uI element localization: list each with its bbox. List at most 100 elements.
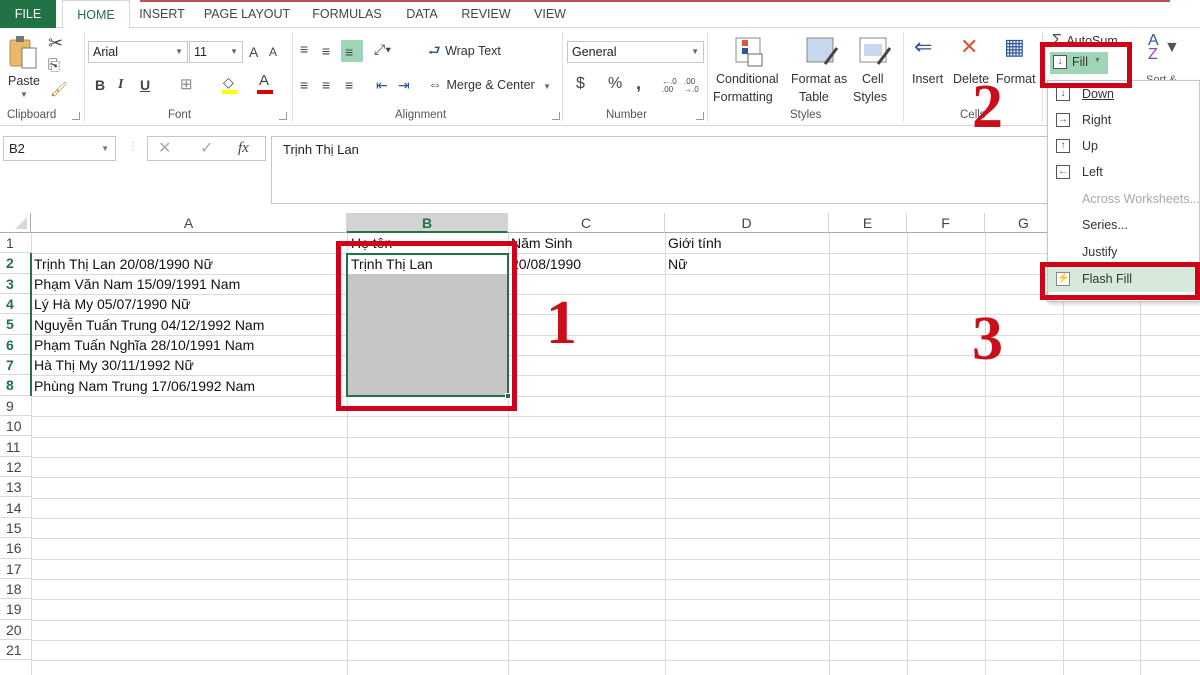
formula-bar-grip[interactable]: ⋮ (128, 141, 138, 152)
row-header-16[interactable]: 16 (0, 538, 31, 559)
align-left-icon[interactable]: ≡ (300, 78, 308, 92)
decrease-indent-icon[interactable]: ⇤ (376, 78, 388, 92)
enter-icon[interactable]: ✓ (200, 141, 213, 157)
align-middle-icon[interactable]: ≡ (322, 44, 330, 58)
paste-button[interactable]: Paste ▼ (4, 32, 40, 102)
align-top-icon[interactable]: ≡ (300, 42, 308, 56)
borders-icon[interactable]: ⊞ (180, 77, 193, 92)
row-header-19[interactable]: 19 (0, 599, 31, 620)
shrink-font-icon[interactable]: A (269, 46, 277, 58)
align-right-icon[interactable]: ≡ (345, 78, 353, 92)
orientation-icon[interactable]: ⤢▾ (374, 42, 391, 56)
column-header-b[interactable]: B (347, 213, 508, 233)
cell-d1[interactable]: Giới tính (665, 233, 722, 253)
row-header-12[interactable]: 12 (0, 457, 31, 478)
row-header-15[interactable]: 15 (0, 518, 31, 539)
grow-font-icon[interactable]: A (249, 45, 258, 59)
merge-center-icon: ⇔ (428, 76, 442, 92)
menu-item-fill-right[interactable]: → Right (1048, 107, 1200, 133)
row-header-5[interactable]: 5 (0, 314, 31, 335)
increase-indent-icon[interactable]: ⇥ (398, 78, 410, 92)
align-bottom-button[interactable]: ≡ (341, 40, 363, 62)
currency-button[interactable]: $ (576, 76, 585, 92)
row-header-6[interactable]: 6 (0, 335, 31, 356)
number-format-select[interactable]: General ▼ (567, 41, 704, 63)
worksheet-grid[interactable]: A B C D E F G 1 2 3 4 5 6 7 8 9 10 11 12 13 14 15 16 17 1… (0, 213, 1200, 675)
cell-a5[interactable]: Nguyễn Tuấn Trung 04/12/1992 Nam (31, 315, 264, 335)
tab-data[interactable]: DATA (398, 0, 446, 28)
column-header-c[interactable]: C (508, 213, 665, 233)
align-center-icon[interactable]: ≡ (322, 78, 330, 92)
paste-dropdown-arrow[interactable]: ▼ (20, 90, 28, 99)
tab-view[interactable]: VIEW (526, 0, 574, 28)
select-all-button[interactable] (0, 213, 31, 233)
row-header-3[interactable]: 3 (0, 274, 31, 294)
number-launcher-icon[interactable] (696, 112, 704, 120)
font-size-select[interactable]: 11 ▼ (189, 41, 243, 63)
underline-button[interactable]: U (140, 78, 150, 92)
menu-item-fill-left[interactable]: ← Left (1048, 159, 1200, 185)
tab-home[interactable]: HOME (62, 0, 130, 29)
copy-icon[interactable]: ⎘ (48, 58, 60, 73)
cell-c2[interactable]: 20/08/1990 (508, 254, 581, 274)
row-header-14[interactable]: 14 (0, 498, 31, 518)
fill-color-button[interactable]: ◇ (221, 75, 241, 95)
conditional-formatting-button[interactable]: Conditional Formatting (712, 34, 786, 106)
font-launcher-icon[interactable] (279, 112, 287, 120)
row-header-7[interactable]: 7 (0, 355, 31, 376)
font-color-button[interactable]: A (256, 73, 276, 95)
row-header-20[interactable]: 20 (0, 620, 31, 640)
alignment-launcher-icon[interactable] (552, 112, 560, 120)
row-header-21[interactable]: 21 (0, 640, 31, 661)
row-header-18[interactable]: 18 (0, 579, 31, 600)
row-header-17[interactable]: 17 (0, 559, 31, 579)
column-header-d[interactable]: D (665, 213, 829, 233)
sort-filter-button[interactable]: AZ ▼ Sort & (1146, 33, 1188, 86)
insert-cells-button[interactable]: ⇐ Insert (908, 34, 948, 106)
cell-a4[interactable]: Lý Hà My 05/07/1990 Nữ (31, 294, 190, 314)
row-header-4[interactable]: 4 (0, 294, 31, 315)
row-header-11[interactable]: 11 (0, 437, 31, 457)
cell-styles-button[interactable]: Cell Styles (852, 34, 900, 106)
row-header-10[interactable]: 10 (0, 416, 31, 437)
row-header-8[interactable]: 8 (0, 375, 31, 396)
column-header-f[interactable]: F (907, 213, 985, 233)
percent-button[interactable]: % (608, 76, 622, 92)
font-name-select[interactable]: Arial ▼ (88, 41, 188, 63)
tab-formulas[interactable]: FORMULAS (306, 0, 388, 28)
cut-icon[interactable]: ✂ (48, 34, 63, 52)
cell-d2[interactable]: Nữ (665, 254, 687, 274)
row-header-13[interactable]: 13 (0, 477, 31, 498)
row-header-9[interactable]: 9 (0, 396, 31, 417)
tab-review[interactable]: REVIEW (456, 0, 516, 28)
format-as-table-button[interactable]: Format as Table (789, 34, 851, 106)
italic-button[interactable]: I (118, 78, 123, 92)
tab-file[interactable]: FILE (0, 0, 56, 28)
decrease-decimal-icon[interactable]: .00 →.0 (684, 78, 702, 94)
menu-item-series[interactable]: Series... (1048, 212, 1200, 238)
column-header-e[interactable]: E (829, 213, 907, 233)
cancel-icon[interactable]: ✕ (158, 141, 171, 157)
row-header-1[interactable]: 1 (0, 233, 31, 254)
cell-a6[interactable]: Phạm Tuấn Nghĩa 28/10/1991 Nam (31, 335, 254, 355)
clipboard-launcher-icon[interactable] (72, 112, 80, 120)
increase-decimal-icon[interactable]: ←.0 .00 (662, 78, 680, 94)
row-header-2[interactable]: 2 (0, 253, 31, 274)
cell-a7[interactable]: Hà Thị My 30/11/1992 Nữ (31, 355, 194, 375)
format-painter-icon[interactable]: 🖌 (50, 82, 68, 96)
column-header-a[interactable]: A (31, 213, 347, 233)
insert-function-icon[interactable]: fx (238, 141, 249, 156)
formula-input[interactable]: Trịnh Thị Lan (271, 136, 1061, 204)
cell-c1[interactable]: Năm Sinh (508, 233, 572, 253)
cell-a3[interactable]: Phạm Văn Nam 15/09/1991 Nam (31, 274, 240, 294)
menu-item-fill-up[interactable]: ↑ Up (1048, 133, 1200, 159)
tab-page-layout[interactable]: PAGE LAYOUT (197, 0, 297, 28)
wrap-text-button[interactable]: ⮐ Wrap Text (428, 42, 501, 60)
comma-style-button[interactable]: , (636, 74, 641, 92)
tab-insert[interactable]: INSERT (133, 0, 191, 28)
name-box[interactable]: B2 ▼ (3, 136, 116, 161)
cell-a2[interactable]: Trịnh Thị Lan 20/08/1990 Nữ (31, 254, 213, 274)
bold-button[interactable]: B (95, 78, 105, 92)
merge-center-button[interactable]: ⇔ Merge & Center ▼ (428, 76, 551, 94)
cell-a8[interactable]: Phùng Nam Trung 17/06/1992 Nam (31, 376, 255, 396)
